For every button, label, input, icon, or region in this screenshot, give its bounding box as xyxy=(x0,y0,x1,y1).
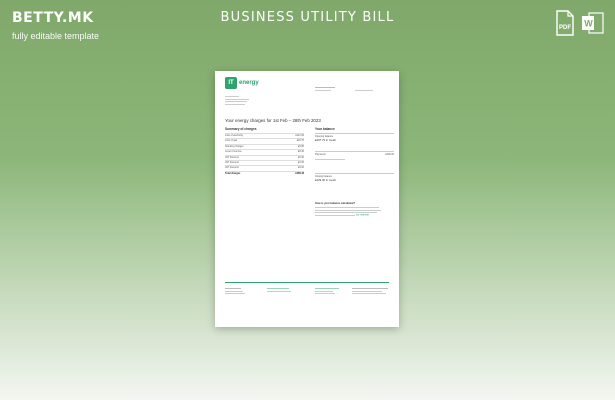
balance-note: our website xyxy=(315,206,381,217)
word-file-icon[interactable]: W xyxy=(581,10,604,36)
bill-footer-divider xyxy=(225,282,389,283)
summary-row: Cost of gas £94.75 xyxy=(225,138,304,143)
footer-col-3 xyxy=(315,287,339,294)
summary-total-label: Total charges xyxy=(225,171,241,175)
summary-row: Cost of electricity £112.96 xyxy=(225,133,304,138)
opening-balance-value: £297.79 in credit xyxy=(315,138,336,142)
summary-row-label: Level of service xyxy=(225,150,242,154)
energy-logo-text: energy xyxy=(239,80,259,86)
closing-balance-box: Closing balance £229.36 in credit xyxy=(315,173,394,185)
word-label: W xyxy=(584,19,593,29)
file-format-icons: PDF W xyxy=(555,10,604,36)
bill-title: Your energy charges for 1st Feb – 28th F… xyxy=(225,118,321,123)
balance-note-link[interactable]: our website xyxy=(356,214,369,217)
account-date xyxy=(355,89,373,91)
payments-box: Payments £300.00 xyxy=(315,151,394,166)
closing-balance-value: £229.36 in credit xyxy=(315,178,336,182)
summary-row-value: £0.00 xyxy=(298,161,304,164)
pdf-file-icon[interactable]: PDF xyxy=(555,10,575,36)
summary-row: VAT discount £6.00 xyxy=(225,154,304,160)
summary-row-label: VAT discount xyxy=(225,166,239,170)
summary-row: VAT discount £0.00 xyxy=(225,160,304,165)
summary-total-value: £368.43 xyxy=(295,171,304,175)
summary-row: Level of service £8.30 xyxy=(225,149,304,154)
energy-logo-mark: IT xyxy=(225,77,237,89)
summary-row-value: £5.80 xyxy=(298,144,304,148)
summary-row-value: £6.00 xyxy=(298,155,304,159)
summary-row: VAT discount £0.00 xyxy=(225,165,304,170)
energy-logo: IT energy xyxy=(225,77,259,89)
summary-total-row: Total charges £368.43 xyxy=(225,170,304,176)
summary-row-value: £112.96 xyxy=(295,134,304,137)
address-block xyxy=(225,95,265,105)
summary-row-label: VAT discount xyxy=(225,155,239,159)
summary-row: Standing charges £5.80 xyxy=(225,143,304,149)
summary-row-value: £8.30 xyxy=(298,150,304,154)
account-info xyxy=(315,86,335,91)
footer-col-1 xyxy=(225,287,245,294)
balance-heading: Your balance xyxy=(315,127,335,131)
summary-row-label: Cost of gas xyxy=(225,139,238,143)
summary-row-value: £94.75 xyxy=(296,139,304,143)
balance-note-heading: How is your balance calculated? xyxy=(315,202,356,205)
bill-preview[interactable]: IT energy Your energy charges for 1st Fe… xyxy=(215,71,399,327)
summary-row-value: £0.00 xyxy=(298,166,304,170)
opening-balance-box: Opening balance £297.79 in credit xyxy=(315,133,394,145)
summary-row-label: Cost of electricity xyxy=(225,134,244,137)
page-title: BUSINESS UTILITY BILL xyxy=(220,10,395,25)
summary-heading: Summary of charges xyxy=(225,127,257,131)
payments-value: £300.00 xyxy=(385,153,394,156)
footer-col-4 xyxy=(352,287,388,294)
pdf-label: PDF xyxy=(559,25,571,31)
brand-tagline: fully editable template xyxy=(12,31,100,41)
footer-col-2 xyxy=(267,287,291,292)
summary-row-label: Standing charges xyxy=(225,144,244,148)
summary-row-label: VAT discount xyxy=(225,161,239,164)
